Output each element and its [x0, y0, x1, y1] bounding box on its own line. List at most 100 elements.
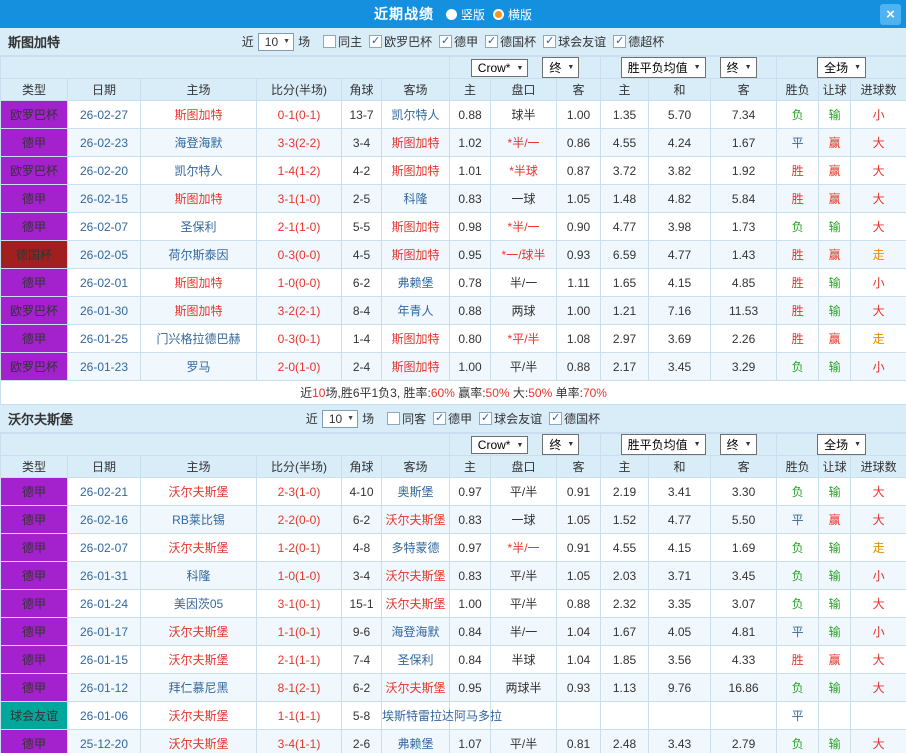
match-date: 26-01-17 [67, 617, 141, 646]
chevron-down-icon: ▼ [567, 441, 575, 448]
chevron-down-icon: ▼ [347, 415, 355, 422]
odds-average-select[interactable]: 胜平负均值 ▼ [620, 57, 706, 78]
away-odds: 0.81 [556, 729, 602, 753]
handicap-line: *平/半 [490, 324, 558, 353]
home-team-link[interactable]: RB莱比锡 [140, 505, 257, 534]
chevron-down-icon: ▼ [744, 64, 752, 71]
home-team-link[interactable]: 斯图加特 [140, 184, 257, 213]
layout-radio[interactable]: 横版 [493, 6, 532, 23]
filter-checkbox[interactable]: 同主 [323, 33, 362, 50]
home-team-link[interactable]: 美因茨05 [140, 589, 257, 618]
lose-odds [710, 701, 778, 730]
home-team-link[interactable]: 斯图加特 [140, 100, 257, 129]
corner-count: 15-1 [341, 589, 382, 618]
away-odds: 1.05 [556, 505, 602, 534]
lose-odds: 3.30 [710, 477, 778, 506]
away-team-link[interactable]: 科隆 [380, 184, 451, 213]
away-team-link[interactable]: 沃尔夫斯堡 [380, 561, 451, 590]
away-team-link[interactable]: 沃尔夫斯堡 [380, 673, 451, 702]
result-flag: 胜 [776, 268, 820, 297]
score: 0-1(0-1) [256, 100, 342, 129]
away-team-link[interactable]: 埃斯特雷拉达阿马多拉 [380, 701, 502, 730]
away-team-link[interactable]: 斯图加特 [380, 352, 451, 381]
handicap-line: *半/一 [490, 212, 558, 241]
near-label: 近 [241, 35, 254, 49]
away-team-link[interactable]: 斯图加特 [380, 240, 451, 269]
away-team-link[interactable]: 弗赖堡 [380, 268, 451, 297]
away-team-link[interactable]: 沃尔夫斯堡 [380, 589, 451, 618]
final-odds-select-b[interactable]: 终 ▼ [719, 434, 757, 455]
home-team-link[interactable]: 凯尔特人 [140, 156, 257, 185]
checkbox-label: 球会友谊 [558, 35, 607, 49]
scope-select-value: 全场 [824, 438, 849, 452]
home-team-link[interactable]: 海登海默 [140, 128, 257, 157]
draw-odds: 4.05 [648, 617, 712, 646]
away-team-link[interactable]: 凯尔特人 [380, 100, 451, 129]
home-odds: 1.02 [449, 128, 492, 157]
close-button[interactable]: × [880, 4, 901, 25]
home-team-link[interactable]: 沃尔夫斯堡 [140, 533, 257, 562]
filter-checkbox[interactable]: ✓ 球会友谊 [479, 410, 542, 427]
final-odds-select-a[interactable]: 终 ▼ [542, 57, 580, 78]
filter-checkbox[interactable]: ✓ 球会友谊 [543, 33, 606, 50]
scope-select[interactable]: 全场 ▼ [817, 434, 867, 455]
column-header: 客 [710, 78, 778, 101]
filter-checkbox[interactable]: ✓ 德超杯 [613, 33, 664, 50]
column-header: 胜负 [776, 78, 820, 101]
home-team-link[interactable]: 圣保利 [140, 212, 257, 241]
filter-checkbox[interactable]: ✓ 德国杯 [549, 410, 600, 427]
layout-radio[interactable]: 竖版 [445, 6, 485, 23]
handicap-line: 平/半 [490, 352, 558, 381]
draw-odds: 3.98 [648, 212, 712, 241]
away-team-link[interactable]: 弗赖堡 [380, 729, 451, 753]
match-date: 26-01-12 [67, 673, 141, 702]
home-team-link[interactable]: 斯图加特 [140, 296, 257, 325]
away-team-link[interactable]: 海登海默 [380, 617, 451, 646]
final-odds-select-b[interactable]: 终 ▼ [719, 57, 757, 78]
filter-checkbox[interactable]: 同客 [387, 410, 426, 427]
home-team-link[interactable]: 斯图加特 [140, 268, 257, 297]
filter-checkbox[interactable]: ✓ 德甲 [439, 33, 478, 50]
home-team-link[interactable]: 沃尔夫斯堡 [140, 729, 257, 753]
filter-checkbox[interactable]: ✓ 欧罗巴杯 [369, 33, 432, 50]
home-team-link[interactable]: 罗马 [140, 352, 257, 381]
lose-odds: 5.84 [710, 184, 778, 213]
filter-checkbox[interactable]: ✓ 德甲 [433, 410, 472, 427]
away-team-link[interactable]: 圣保利 [380, 645, 451, 674]
filter-checkbox[interactable]: ✓ 德国杯 [485, 33, 536, 50]
score: 3-1(0-1) [256, 589, 342, 618]
away-odds: 1.05 [556, 184, 602, 213]
handicap-result-flag: 赢 [818, 184, 852, 213]
summary-segment: 赢率: [454, 386, 486, 400]
away-team-link[interactable]: 斯图加特 [380, 324, 451, 353]
column-header-row: 类型 日期 主场 比分(半场) 角球 客场主盘口客主和客胜负 让球 进球数 [0, 78, 906, 101]
away-team-link[interactable]: 年青人 [380, 296, 451, 325]
away-team-link[interactable]: 斯图加特 [380, 156, 451, 185]
away-team-link[interactable]: 斯图加特 [380, 212, 451, 241]
lose-odds: 3.45 [710, 561, 778, 590]
home-team-link[interactable]: 沃尔夫斯堡 [140, 617, 257, 646]
odds-average-select[interactable]: 胜平负均值 ▼ [620, 434, 706, 455]
column-header: 客 [556, 78, 602, 101]
home-team-link[interactable]: 门兴格拉德巴赫 [140, 324, 257, 353]
matches-label: 场 [298, 35, 311, 49]
home-team-link[interactable]: 拜仁慕尼黑 [140, 673, 257, 702]
draw-odds: 4.82 [648, 184, 712, 213]
home-team-link[interactable]: 沃尔夫斯堡 [140, 477, 257, 506]
home-team-link[interactable]: 科隆 [140, 561, 257, 590]
bookmaker-select[interactable]: Crow* ▼ [470, 436, 529, 454]
scope-select[interactable]: 全场 ▼ [817, 57, 867, 78]
match-count-select[interactable]: 10 ▼ [257, 32, 295, 51]
bookmaker-select[interactable]: Crow* ▼ [470, 59, 529, 77]
away-team-link[interactable]: 沃尔夫斯堡 [380, 505, 451, 534]
match-count-select[interactable]: 10 ▼ [321, 409, 359, 428]
home-team-link[interactable]: 沃尔夫斯堡 [140, 645, 257, 674]
checkbox-checked-icon: ✓ [543, 35, 557, 48]
final-odds-select-a[interactable]: 终 ▼ [542, 434, 580, 455]
away-team-link[interactable]: 斯图加特 [380, 128, 451, 157]
home-team-link[interactable]: 荷尔斯泰因 [140, 240, 257, 269]
column-header: 客场 [380, 78, 451, 101]
away-team-link[interactable]: 多特蒙德 [380, 533, 451, 562]
home-team-link[interactable]: 沃尔夫斯堡 [140, 701, 257, 730]
away-team-link[interactable]: 奥斯堡 [380, 477, 451, 506]
